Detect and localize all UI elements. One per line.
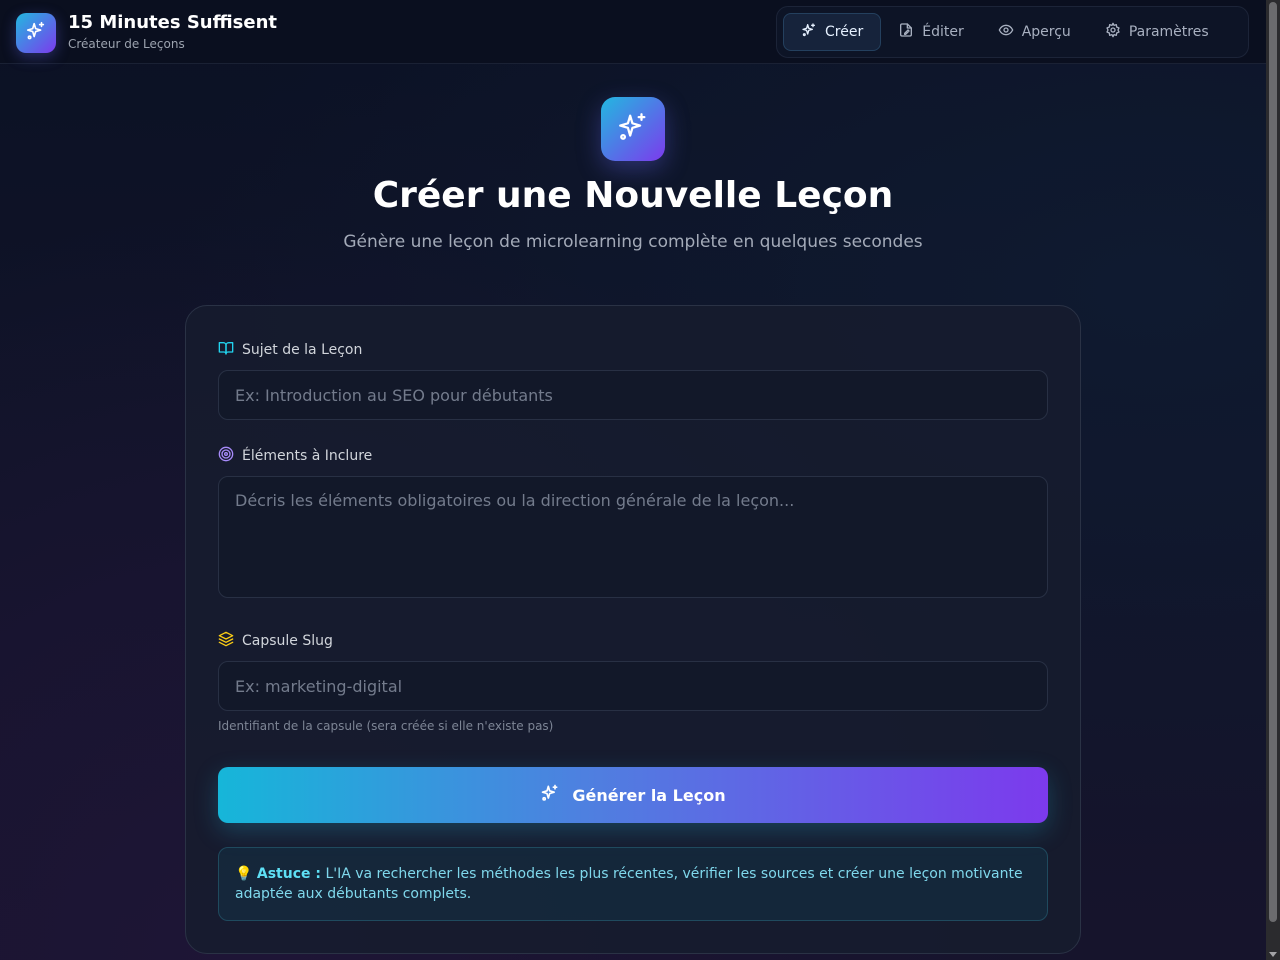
scrollbar-thumb[interactable]: [1269, 2, 1277, 922]
slug-label: Capsule Slug: [218, 631, 333, 651]
app-title: 15 Minutes Suffisent: [68, 12, 278, 33]
sparkles-icon: [540, 783, 572, 807]
page-title: Créer une Nouvelle Leçon: [372, 175, 894, 216]
elements-textarea[interactable]: [218, 476, 1048, 598]
generate-lesson-button[interactable]: Générer la Leçon: [218, 767, 1048, 823]
nav-tab-create[interactable]: Créer: [783, 13, 882, 51]
tip-text: L'IA va rechercher les méthodes les plus…: [235, 866, 1023, 902]
lightbulb-icon: 💡: [235, 866, 253, 882]
slug-input[interactable]: [218, 661, 1048, 711]
tip-box: 💡 Astuce : L'IA va rechercher les méthod…: [218, 847, 1048, 921]
sparkles-icon: [801, 22, 825, 42]
slug-hint: Identifiant de la capsule (sera créée si…: [218, 719, 554, 733]
scroll-down-arrow-icon[interactable]: [1269, 952, 1277, 957]
subject-label: Sujet de la Leçon: [218, 340, 362, 360]
sparkles-icon: [25, 20, 47, 46]
app-subtitle: Créateur de Leçons: [68, 37, 185, 51]
page-scrollbar[interactable]: [1266, 0, 1280, 960]
target-icon: [218, 446, 242, 466]
brand[interactable]: 15 Minutes Suffisent Créateur de Leçons: [16, 12, 277, 53]
app-logo: [16, 12, 56, 53]
sparkles-icon: [616, 110, 650, 148]
nav-tab-label: Aperçu: [1021, 24, 1071, 40]
app-header: 15 Minutes Suffisent Créateur de Leçons …: [0, 0, 1266, 64]
tip-title: Astuce :: [256, 866, 321, 882]
book-open-icon: [218, 340, 242, 360]
generate-button-label: Générer la Leçon: [572, 785, 726, 805]
slug-label-text: Capsule Slug: [242, 633, 333, 649]
main-nav: Créer Éditer Aperçu Paramètres: [776, 6, 1249, 58]
lesson-form-card: Sujet de la Leçon Éléments à Inclure Cap…: [185, 305, 1081, 954]
page-subtitle: Génère une leçon de microlearning complè…: [343, 232, 923, 252]
subject-input[interactable]: [218, 370, 1048, 420]
nav-tab-preview[interactable]: Aperçu: [981, 13, 1088, 51]
eye-icon: [998, 22, 1022, 42]
layers-icon: [218, 631, 242, 651]
elements-label-text: Éléments à Inclure: [242, 448, 373, 464]
file-edit-icon: [898, 22, 922, 42]
hero-logo: [601, 97, 665, 161]
gear-icon: [1105, 22, 1129, 42]
subject-label-text: Sujet de la Leçon: [242, 342, 363, 358]
nav-tab-edit[interactable]: Éditer: [881, 13, 980, 51]
nav-tab-label: Paramètres: [1128, 24, 1209, 40]
nav-tab-label: Éditer: [922, 24, 964, 40]
elements-label: Éléments à Inclure: [218, 446, 372, 466]
nav-tab-settings[interactable]: Paramètres: [1088, 13, 1226, 51]
nav-tab-label: Créer: [825, 24, 864, 40]
